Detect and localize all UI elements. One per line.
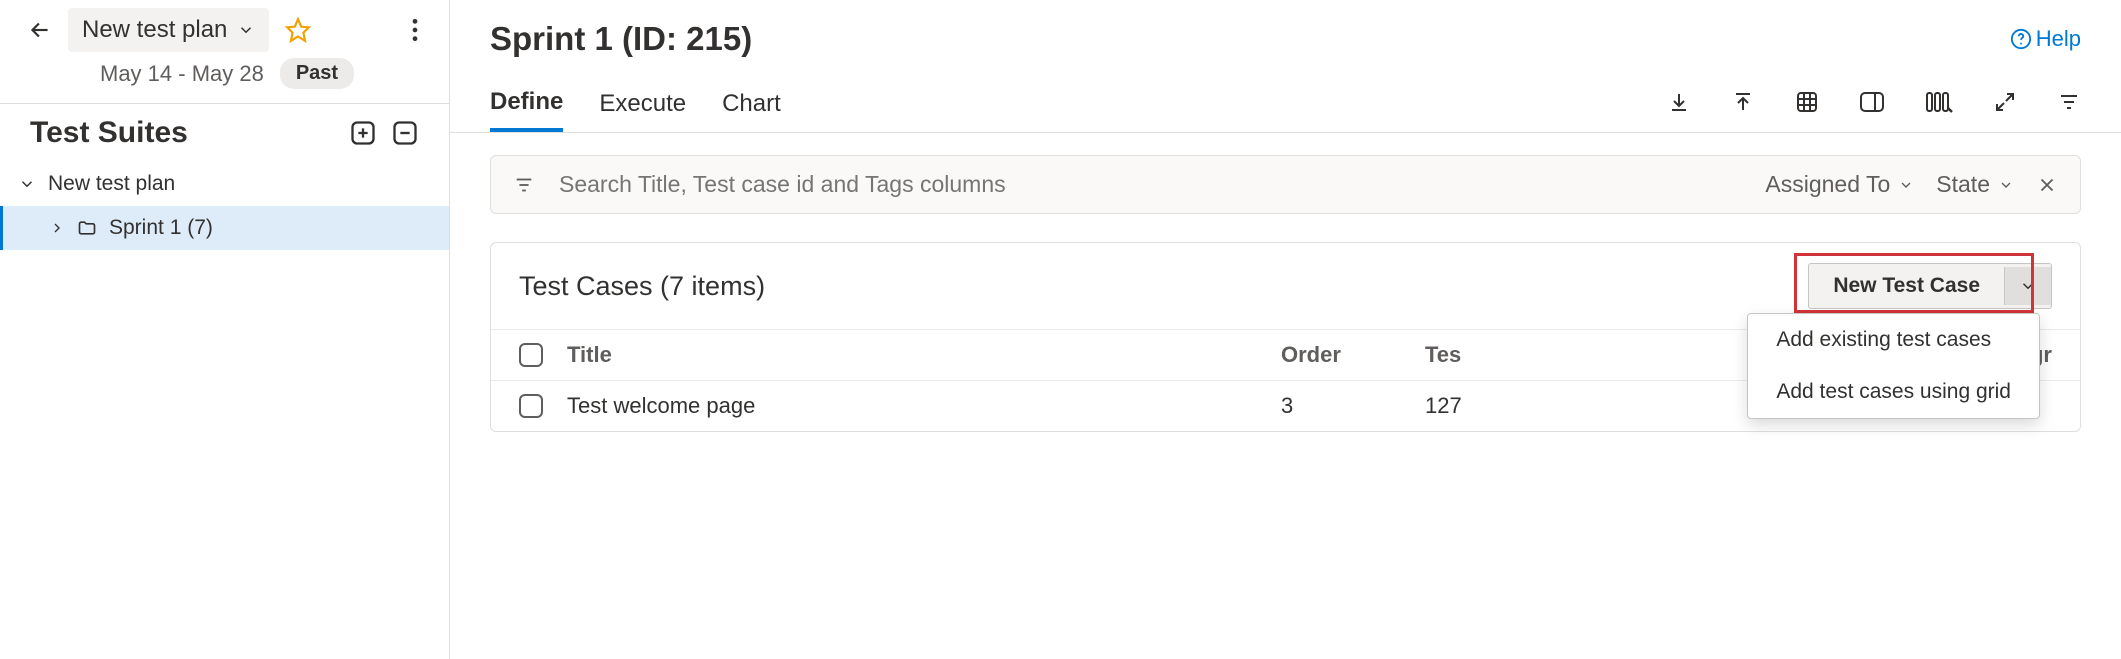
add-suite-icon[interactable]: [349, 119, 377, 147]
new-test-case-menu: Add existing test cases Add test cases u…: [1747, 313, 2040, 419]
new-test-case-chevron[interactable]: [2004, 267, 2051, 305]
menu-add-grid[interactable]: Add test cases using grid: [1748, 366, 2039, 418]
chevron-down-icon: [2019, 277, 2037, 295]
columns-icon[interactable]: [1925, 90, 1953, 114]
chevron-down-icon: [18, 175, 36, 193]
chevron-down-icon: [237, 21, 255, 39]
tree-child-item[interactable]: Sprint 1 (7): [0, 206, 449, 250]
col-test[interactable]: Tes: [1425, 342, 1515, 368]
filter-state[interactable]: State: [1936, 171, 2014, 198]
row-title: Test welcome page: [567, 393, 1257, 419]
chevron-down-icon: [1998, 177, 2014, 193]
select-all-checkbox[interactable]: [519, 343, 543, 367]
plan-name: New test plan: [82, 16, 227, 44]
fullscreen-icon[interactable]: [1993, 90, 2017, 114]
grid-icon[interactable]: [1795, 90, 1819, 114]
plan-dropdown[interactable]: New test plan: [68, 8, 269, 52]
chevron-down-icon: [1898, 177, 1914, 193]
tree-child-label: Sprint 1 (7): [109, 216, 213, 240]
tree-root-item[interactable]: New test plan: [0, 162, 449, 206]
test-cases-title: Test Cases (7 items): [519, 271, 1808, 302]
filter-assigned-to[interactable]: Assigned To: [1765, 171, 1914, 198]
row-test: 127: [1425, 393, 1515, 419]
tab-execute[interactable]: Execute: [599, 82, 686, 130]
row-order: 3: [1281, 393, 1401, 419]
col-title[interactable]: Title: [567, 342, 1257, 368]
search-bar: Assigned To State: [490, 155, 2081, 214]
tree-root-label: New test plan: [48, 172, 175, 196]
filter-settings-icon[interactable]: [2057, 90, 2081, 114]
tab-define[interactable]: Define: [490, 80, 563, 132]
clear-search-icon[interactable]: [2036, 174, 2058, 196]
help-icon: [2010, 28, 2032, 50]
collapse-suite-icon[interactable]: [391, 119, 419, 147]
page-title: Sprint 1 (ID: 215): [490, 20, 2010, 58]
main: Sprint 1 (ID: 215) Help Define Execute C…: [450, 0, 2121, 659]
menu-add-existing[interactable]: Add existing test cases: [1748, 314, 2039, 366]
col-order[interactable]: Order: [1281, 342, 1401, 368]
panel-icon[interactable]: [1859, 90, 1885, 114]
sidebar: New test plan May 14 - May 28 Past Test …: [0, 0, 450, 659]
search-input[interactable]: [557, 170, 1743, 199]
tab-chart[interactable]: Chart: [722, 82, 781, 130]
export-icon[interactable]: [1667, 90, 1691, 114]
past-badge: Past: [280, 58, 354, 89]
test-cases-card: Test Cases (7 items) New Test Case Add e…: [490, 242, 2081, 432]
row-checkbox[interactable]: [519, 394, 543, 418]
folder-icon: [77, 218, 97, 238]
filter-icon[interactable]: [513, 174, 535, 196]
import-icon[interactable]: [1731, 90, 1755, 114]
test-suites-heading: Test Suites: [30, 116, 335, 150]
favorite-star-icon[interactable]: [285, 17, 311, 43]
back-icon[interactable]: [20, 17, 60, 43]
date-range: May 14 - May 28: [100, 61, 264, 87]
more-actions-icon[interactable]: [411, 17, 419, 43]
new-test-case-button[interactable]: New Test Case: [1808, 263, 2052, 309]
chevron-right-icon: [49, 220, 65, 236]
help-link[interactable]: Help: [2010, 26, 2081, 52]
